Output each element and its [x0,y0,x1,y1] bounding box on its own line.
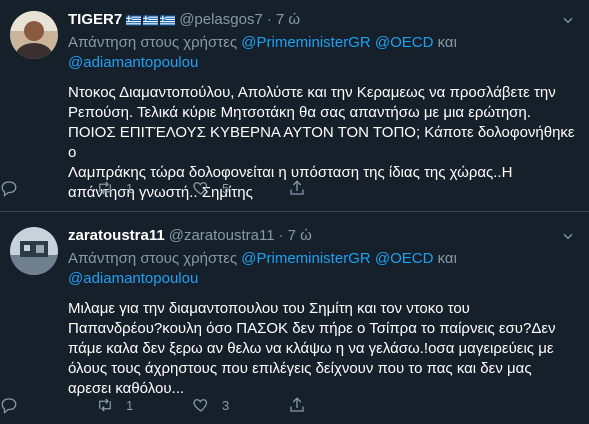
timestamp[interactable]: 7 ώ [288,226,312,246]
retweet-button[interactable]: 1 [96,178,192,198]
timeline: TIGER7 @pelasgos7 · 7 ώ Απάντηση στους χ… [0,0,589,424]
greek-flag-icon [143,15,159,25]
avatar[interactable] [10,227,58,275]
share-icon [290,397,304,412]
conjunction: και [437,250,457,267]
reply-context: Απάντηση στους χρήστες @PrimeministerGR … [68,249,579,289]
avatar-photo [10,227,58,275]
share-button[interactable] [288,395,306,415]
chevron-down-icon[interactable] [557,226,579,246]
action-bar: 1 3 [0,395,589,415]
mention-link[interactable]: @OECD [375,250,434,267]
reply-icon [1,181,17,197]
share-button[interactable] [288,178,306,198]
handle[interactable]: @pelasgos7 [179,10,263,30]
reply-label: Απάντηση στους χρήστες [68,34,238,51]
tweet-header: zaratoustra11 @zaratoustra11 · 7 ώ [68,226,579,246]
reply-context: Απάντηση στους χρήστες @PrimeministerGR … [68,33,579,73]
reply-label: Απάντηση στους χρήστες [68,250,238,267]
handle[interactable]: @zaratoustra11 [169,226,275,246]
tweet-text: Μιλαμε για την διαμαντοπουλου του Σημίτη… [68,300,556,397]
like-button[interactable]: 3 [192,395,288,415]
heart-icon [193,182,208,195]
retweet-count: 1 [126,180,134,196]
avatar-photo [10,11,58,59]
timestamp[interactable]: 7 ώ [276,10,300,30]
separator-dot: · [266,11,272,28]
reply-button[interactable] [0,178,96,198]
action-bar: 1 5 [0,178,589,198]
mention-link[interactable]: @adiamantopoulou [68,270,198,287]
like-button[interactable]: 5 [192,178,288,198]
tweet-header: TIGER7 @pelasgos7 · 7 ώ [68,10,579,30]
greek-flag-icon [160,15,176,25]
like-count: 3 [222,397,230,413]
mention-link[interactable]: @PrimeministerGR [241,34,370,51]
retweet-button[interactable]: 1 [96,395,192,415]
mention-link[interactable]: @PrimeministerGR [241,250,370,267]
share-icon [290,180,304,195]
flags [124,15,176,26]
tweet[interactable]: zaratoustra11 @zaratoustra11 · 7 ώ Απάντ… [0,212,589,424]
like-count: 5 [222,180,230,196]
reply-button[interactable] [0,395,96,415]
retweet-count: 1 [126,397,134,413]
reply-icon [1,398,17,414]
separator-dot: · [278,227,284,244]
display-name[interactable]: zaratoustra11 [68,226,165,246]
chevron-down-icon[interactable] [557,10,579,30]
mention-link[interactable]: @adiamantopoulou [68,54,198,71]
heart-icon [193,399,208,412]
display-name[interactable]: TIGER7 [68,10,122,30]
conjunction: και [437,34,457,51]
avatar[interactable] [10,11,58,59]
tweet[interactable]: TIGER7 @pelasgos7 · 7 ώ Απάντηση στους χ… [0,0,589,212]
retweet-icon [99,398,111,412]
mention-link[interactable]: @OECD [375,34,434,51]
retweet-icon [99,181,111,195]
greek-flag-icon [126,15,142,25]
